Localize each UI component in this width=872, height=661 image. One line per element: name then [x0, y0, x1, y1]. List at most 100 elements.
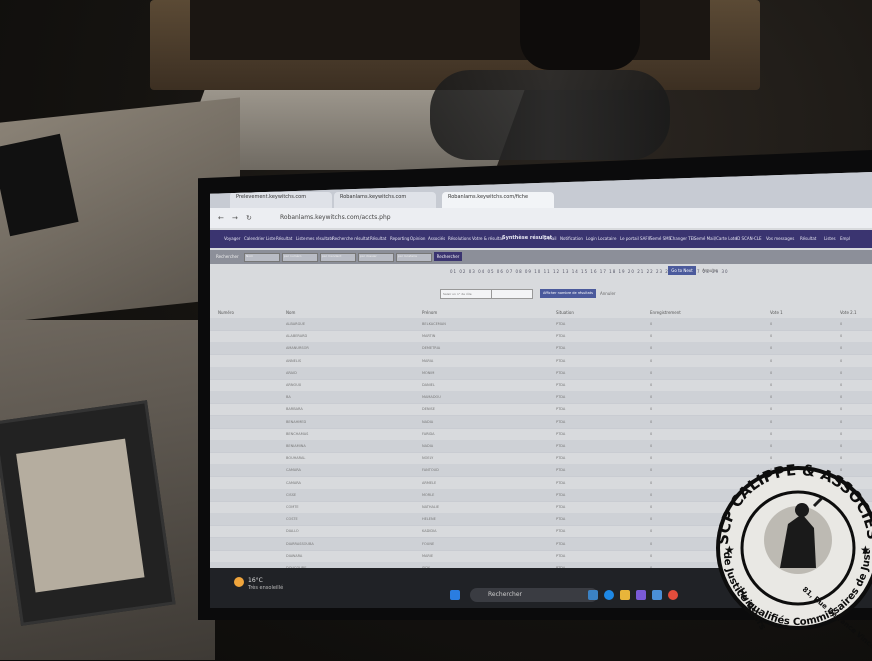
table-cell-prenom: DEMETRIA	[422, 346, 441, 351]
table-cell-situation: PTDA	[556, 395, 566, 400]
table-cell-situation: PTDA	[556, 407, 566, 412]
search-label: Rechercher	[216, 254, 239, 259]
menu-item[interactable]: Résolutions	[448, 236, 471, 241]
forward-icon[interactable]: →	[232, 214, 238, 222]
table-cell-v1: 0	[770, 431, 773, 436]
table-row[interactable]: BARBARA DENISE PTDA 0 0 0	[210, 403, 872, 417]
table-cell-situation: PTDA	[556, 334, 566, 339]
menu-item[interactable]: Recherche résultat	[332, 236, 370, 241]
table-cell-prenom: DENISE	[422, 407, 435, 412]
table-row[interactable]: BA MAMADOU PTDA 0 0 0	[210, 391, 872, 405]
column-header[interactable]: Prénom	[422, 310, 437, 315]
menu-item[interactable]: Changer TEL	[670, 236, 695, 241]
table-row[interactable]: BENCHAMAS FARIDA PTDA 0 0 0	[210, 428, 872, 441]
menu-item[interactable]: E-mail	[544, 236, 557, 241]
menu-item[interactable]: ID SCAN-CLE	[736, 236, 762, 241]
table-cell-nom: BENIAMINA	[286, 444, 306, 448]
table-cell-prenom: MORLE	[422, 492, 435, 497]
table-cell-nom: BA	[286, 395, 291, 400]
menu-item[interactable]: Votre & résultat	[472, 236, 503, 241]
column-header[interactable]: Vote 1	[770, 310, 783, 315]
menu-item[interactable]: Liste	[266, 236, 275, 241]
table-cell-enr: 0	[650, 395, 653, 400]
menu-item[interactable]: Associés	[428, 236, 445, 241]
table-cell-nom: CAMARA	[286, 468, 301, 473]
table-cell-situation: PTDA	[556, 468, 566, 473]
task-view-icon[interactable]	[588, 590, 598, 600]
table-row[interactable]: ALABERARD MARTIN PTDA 0 0 0	[210, 330, 872, 344]
table-row[interactable]: ANNELIS MARIA PTDA 0 0 0	[210, 355, 872, 368]
url-text[interactable]: Robanlams.keywitchs.com/accts.php	[280, 214, 391, 221]
table-cell-v1: 0	[770, 383, 773, 387]
table-row[interactable]: ARAID MONIM PTDA 0 0 0	[210, 366, 872, 380]
table-cell-prenom: KADIDIA	[422, 529, 437, 534]
table-cell-situation: PTDA	[556, 419, 566, 424]
menu-item[interactable]: Locataire	[598, 236, 616, 241]
menu-item[interactable]: Résultat	[800, 236, 816, 241]
table-row[interactable]: ARNOUX DANIEL PTDA 0 0 0	[210, 379, 872, 392]
table-cell-situation: PTDA	[556, 553, 566, 558]
sun-icon[interactable]	[234, 577, 244, 587]
table-cell-situation: PTDA	[556, 383, 566, 387]
book	[0, 400, 176, 626]
reload-icon[interactable]: ↻	[246, 214, 252, 222]
table-cell-nom: DIAWARA	[286, 553, 303, 558]
role-number-input[interactable]: Saisir un n° de rôle	[440, 289, 492, 299]
table-cell-prenom: MONIM	[422, 370, 435, 375]
menu-item[interactable]: Notification	[560, 236, 583, 241]
menu-item[interactable]: Résultat	[370, 236, 386, 241]
table-cell-enr: 0	[650, 468, 653, 473]
table-cell-enr: 0	[650, 383, 653, 387]
app-icon[interactable]	[652, 590, 662, 600]
table-cell-prenom: MARIE	[422, 553, 434, 558]
menu-item[interactable]: Semé Mail/Carte Lote	[694, 236, 737, 241]
file-explorer-icon[interactable]	[620, 590, 630, 600]
back-icon[interactable]: ←	[218, 214, 224, 222]
menu-item[interactable]: Voyager	[224, 236, 240, 241]
table-row[interactable]: ALBARGUE BELKACEMAN PTDA 0 0 0	[210, 318, 872, 331]
table-cell-nom: CISSE	[286, 492, 297, 497]
windows-start-icon[interactable]	[450, 590, 460, 600]
column-header[interactable]: Enregistrement	[650, 310, 681, 315]
chrome-browser-icon[interactable]	[668, 590, 678, 600]
search-button[interactable]: Rechercher	[434, 252, 462, 261]
table-cell-prenom: MAMADOU	[422, 395, 441, 400]
filter-cancel-link[interactable]: Annuler	[600, 291, 616, 296]
menu-item[interactable]: Reporting	[390, 236, 409, 241]
book-page	[16, 438, 145, 593]
table-row[interactable]: BENAHMED NADIA PTDA 0 0 0	[210, 415, 872, 429]
menu-item[interactable]: Le portail SAFIF	[620, 236, 651, 241]
pager-cancel-link[interactable]: Annuler	[702, 268, 718, 273]
menu-item[interactable]: Opinion	[410, 236, 425, 241]
menu-item[interactable]: Login	[586, 236, 597, 241]
menu-item[interactable]: Vos messages	[766, 236, 794, 241]
menu-item[interactable]: Liste	[296, 236, 305, 241]
edge-browser-icon[interactable]	[604, 590, 614, 600]
menu-item[interactable]: Résultat	[276, 236, 292, 241]
menu-item[interactable]: Semé SMS	[650, 236, 671, 241]
taskbar-search[interactable]: Rechercher	[470, 588, 598, 602]
table-cell-v2: 0	[840, 334, 843, 339]
weather-description[interactable]: Très ensoleillé	[248, 585, 283, 591]
menu-item[interactable]: Empl	[840, 236, 850, 241]
next-page-button[interactable]: Go to Next	[668, 266, 696, 275]
column-header[interactable]: Numéro	[218, 310, 234, 315]
store-icon[interactable]	[636, 590, 646, 600]
table-cell-v2: 0	[840, 383, 843, 387]
weather-temperature[interactable]: 16°C	[248, 577, 263, 584]
role-number-input-2[interactable]	[491, 289, 533, 299]
menu-item[interactable]: mes résultats	[306, 236, 333, 241]
column-header[interactable]: Vote 2.1	[840, 310, 857, 315]
table-cell-v1: 0	[770, 358, 773, 363]
menu-item[interactable]: Calendrier	[244, 236, 265, 241]
column-header[interactable]: Situation	[556, 310, 574, 315]
column-header[interactable]: Nom	[286, 310, 295, 315]
show-results-button[interactable]: Afficher nombre de résultats	[540, 289, 596, 298]
menu-item[interactable]: Listes	[824, 236, 836, 241]
table-cell-enr: 0	[650, 431, 653, 436]
table-cell-nom: ALBARGUE	[286, 322, 306, 326]
table-row[interactable]: AMANURSOR DEMETRIA PTDA 0 0 0	[210, 342, 872, 356]
table-cell-v2: 0	[840, 431, 843, 436]
table-cell-v1: 0	[770, 322, 773, 326]
table-cell-situation: PTDA	[556, 456, 566, 461]
